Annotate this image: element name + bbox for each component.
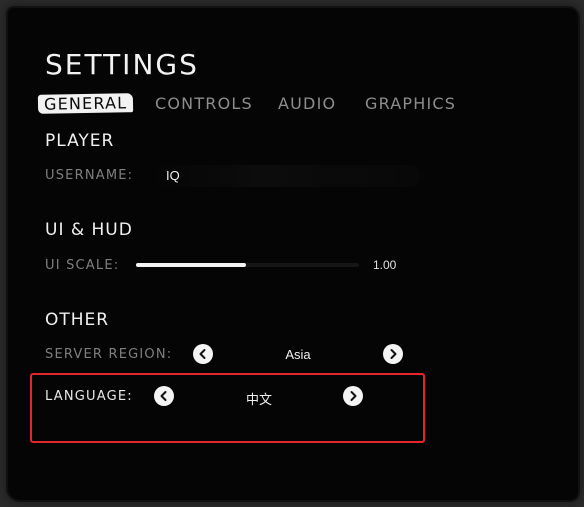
username-value[interactable]: IQ bbox=[166, 168, 180, 183]
tab-general[interactable]: GENERAL bbox=[37, 93, 134, 114]
ui-scale-value: 1.00 bbox=[373, 258, 397, 272]
language-prev-button[interactable] bbox=[154, 386, 174, 406]
tab-graphics[interactable]: GRAPHICS bbox=[365, 94, 456, 113]
settings-panel bbox=[8, 8, 578, 500]
section-ui-hud-title: UI & HUD bbox=[45, 220, 133, 240]
chevron-right-icon bbox=[350, 391, 357, 401]
page-title: SETTINGS bbox=[45, 48, 199, 81]
tab-controls[interactable]: CONTROLS bbox=[155, 94, 253, 113]
chevron-left-icon bbox=[160, 391, 167, 401]
username-input[interactable]: IQ bbox=[152, 165, 420, 187]
section-other-title: OTHER bbox=[45, 310, 110, 330]
section-player-title: PLAYER bbox=[45, 131, 115, 151]
server-region-next-button[interactable] bbox=[383, 344, 403, 364]
ui-scale-label: UI SCALE: bbox=[45, 258, 120, 273]
chevron-left-icon bbox=[199, 349, 206, 359]
language-next-button[interactable] bbox=[343, 386, 363, 406]
username-label: USERNAME: bbox=[45, 168, 134, 183]
language-label: LANGUAGE: bbox=[45, 389, 133, 404]
server-region-label: SERVER REGION: bbox=[45, 347, 173, 362]
chevron-right-icon bbox=[390, 349, 397, 359]
server-region-prev-button[interactable] bbox=[193, 344, 213, 364]
tab-audio[interactable]: AUDIO bbox=[278, 94, 336, 113]
ui-scale-slider[interactable] bbox=[136, 263, 359, 267]
server-region-value: Asia bbox=[285, 347, 311, 362]
ui-scale-slider-fill[interactable] bbox=[136, 263, 247, 267]
language-value: 中文 bbox=[245, 392, 272, 407]
